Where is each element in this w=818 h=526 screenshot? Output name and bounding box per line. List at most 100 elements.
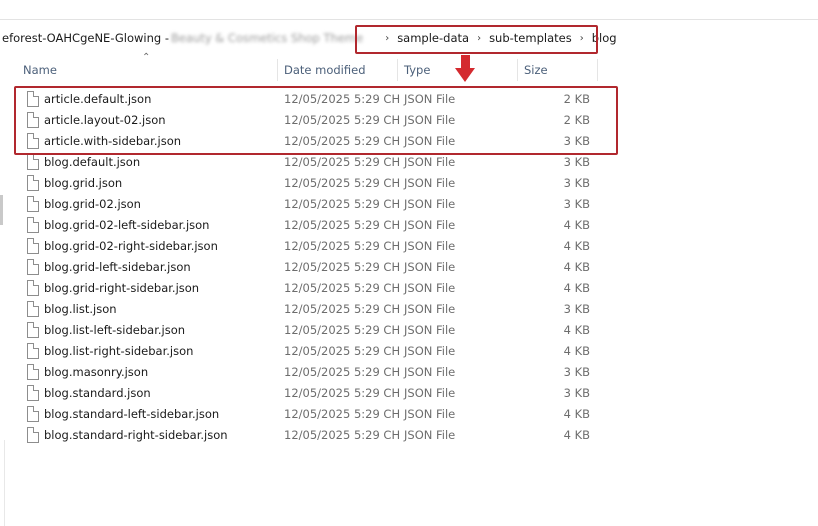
file-icon bbox=[27, 280, 39, 296]
file-type: JSON File bbox=[404, 428, 456, 442]
column-divider[interactable] bbox=[517, 59, 518, 81]
file-name: blog.grid.json bbox=[44, 176, 123, 190]
breadcrumb-blog[interactable]: blog bbox=[592, 31, 617, 45]
arrow-down-icon-head bbox=[455, 68, 475, 82]
file-row[interactable]: blog.grid-left-sidebar.json 12/05/2025 5:… bbox=[0, 257, 818, 278]
file-size: 3 KB bbox=[563, 155, 590, 169]
file-row[interactable]: blog.standard-left-sidebar.json 12/05/202… bbox=[0, 404, 818, 425]
file-date-modified: 12/05/2025 5:29 CH bbox=[284, 407, 401, 421]
file-icon bbox=[27, 259, 39, 275]
file-icon bbox=[27, 385, 39, 401]
chevron-right-icon[interactable]: › bbox=[580, 33, 584, 44]
file-name: blog.grid-left-sidebar.json bbox=[44, 260, 191, 274]
file-date-modified: 12/05/2025 5:29 CH bbox=[284, 302, 401, 316]
file-size: 2 KB bbox=[563, 113, 590, 127]
file-row[interactable]: blog.default.json 12/05/2025 5:29 CH JSON … bbox=[0, 152, 818, 173]
file-icon bbox=[27, 154, 39, 170]
file-row[interactable]: article.layout-02.json 12/05/2025 5:29 CH… bbox=[0, 110, 818, 131]
file-date-modified: 12/05/2025 5:29 CH bbox=[284, 155, 401, 169]
file-size: 2 KB bbox=[563, 92, 590, 106]
file-size: 4 KB bbox=[563, 428, 590, 442]
file-row[interactable]: blog.list-right-sidebar.json 12/05/2025 5… bbox=[0, 341, 818, 362]
breadcrumb-sub-templates[interactable]: sub-templates bbox=[489, 31, 572, 45]
file-row[interactable]: article.with-sidebar.json 12/05/2025 5:29… bbox=[0, 131, 818, 152]
file-name: blog.standard-right-sidebar.json bbox=[44, 428, 228, 442]
file-icon bbox=[27, 238, 39, 254]
file-name: blog.masonry.json bbox=[44, 365, 149, 379]
file-name: article.with-sidebar.json bbox=[44, 134, 182, 148]
file-icon bbox=[27, 301, 39, 317]
breadcrumb-sample-data[interactable]: sample-data bbox=[397, 31, 469, 45]
file-name: blog.standard.json bbox=[44, 386, 151, 400]
file-size: 4 KB bbox=[563, 407, 590, 421]
file-date-modified: 12/05/2025 5:29 CH bbox=[284, 428, 401, 442]
file-date-modified: 12/05/2025 5:29 CH bbox=[284, 218, 401, 232]
file-name: blog.grid-02-left-sidebar.json bbox=[44, 218, 210, 232]
breadcrumb-folder-prefix[interactable]: eforest-OAHCgeNE-Glowing - bbox=[0, 31, 169, 45]
file-type: JSON File bbox=[404, 344, 456, 358]
file-row[interactable]: blog.list.json 12/05/2025 5:29 CH JSON Fil… bbox=[0, 299, 818, 320]
file-type: JSON File bbox=[404, 386, 456, 400]
file-icon bbox=[27, 196, 39, 212]
column-header-name[interactable]: Name bbox=[23, 59, 57, 81]
file-size: 3 KB bbox=[563, 386, 590, 400]
file-date-modified: 12/05/2025 5:29 CH bbox=[284, 281, 401, 295]
column-header-size[interactable]: Size bbox=[524, 59, 548, 81]
file-icon bbox=[27, 427, 39, 443]
file-date-modified: 12/05/2025 5:29 CH bbox=[284, 323, 401, 337]
file-date-modified: 12/05/2025 5:29 CH bbox=[284, 260, 401, 274]
file-size: 3 KB bbox=[563, 365, 590, 379]
file-icon bbox=[27, 343, 39, 359]
file-row[interactable]: article.default.json 12/05/2025 5:29 CH JS… bbox=[0, 89, 818, 110]
file-row[interactable]: blog.standard-right-sidebar.json 12/05/20… bbox=[0, 425, 818, 446]
window-top-strip bbox=[0, 0, 818, 20]
file-name: article.layout-02.json bbox=[44, 113, 166, 127]
file-name: blog.grid-right-sidebar.json bbox=[44, 281, 200, 295]
file-row[interactable]: blog.grid-right-sidebar.json 12/05/2025 5… bbox=[0, 278, 818, 299]
file-icon bbox=[27, 175, 39, 191]
file-type: JSON File bbox=[404, 176, 456, 190]
file-type: JSON File bbox=[404, 260, 456, 274]
file-list: article.default.json 12/05/2025 5:29 CH JS… bbox=[0, 89, 818, 446]
file-row[interactable]: blog.list-left-sidebar.json 12/05/2025 5:… bbox=[0, 320, 818, 341]
file-type: JSON File bbox=[404, 365, 456, 379]
chevron-right-icon[interactable]: › bbox=[385, 33, 389, 44]
column-divider[interactable] bbox=[397, 59, 398, 81]
file-row[interactable]: blog.grid-02-left-sidebar.json 12/05/2025… bbox=[0, 215, 818, 236]
file-size: 3 KB bbox=[563, 197, 590, 211]
file-name: blog.grid-02.json bbox=[44, 197, 141, 211]
column-header: ⌃ Name Date modified Type Size bbox=[0, 52, 818, 81]
file-size: 3 KB bbox=[563, 176, 590, 190]
file-name: blog.standard-left-sidebar.json bbox=[44, 407, 220, 421]
address-bar[interactable]: eforest-OAHCgeNE-Glowing - Beauty & Cosm… bbox=[0, 27, 818, 49]
file-row[interactable]: blog.masonry.json 12/05/2025 5:29 CH JSON … bbox=[0, 362, 818, 383]
file-size: 4 KB bbox=[563, 281, 590, 295]
file-icon bbox=[27, 112, 39, 128]
file-date-modified: 12/05/2025 5:29 CH bbox=[284, 344, 401, 358]
file-size: 4 KB bbox=[563, 260, 590, 274]
file-type: JSON File bbox=[404, 302, 456, 316]
file-date-modified: 12/05/2025 5:29 CH bbox=[284, 176, 401, 190]
file-name: blog.list-right-sidebar.json bbox=[44, 344, 194, 358]
file-size: 4 KB bbox=[563, 323, 590, 337]
file-row[interactable]: blog.grid-02-right-sidebar.json 12/05/202… bbox=[0, 236, 818, 257]
file-icon bbox=[27, 364, 39, 380]
file-row[interactable]: blog.grid.json 12/05/2025 5:29 CH JSON Fil… bbox=[0, 173, 818, 194]
column-divider[interactable] bbox=[277, 59, 278, 81]
file-size: 3 KB bbox=[563, 134, 590, 148]
column-divider[interactable] bbox=[597, 59, 598, 81]
chevron-right-icon[interactable]: › bbox=[477, 33, 481, 44]
column-header-type[interactable]: Type bbox=[404, 59, 430, 81]
column-header-date-modified[interactable]: Date modified bbox=[284, 59, 366, 81]
file-icon bbox=[27, 133, 39, 149]
file-row[interactable]: blog.grid-02.json 12/05/2025 5:29 CH JSON … bbox=[0, 194, 818, 215]
file-size: 4 KB bbox=[563, 239, 590, 253]
file-size: 3 KB bbox=[563, 302, 590, 316]
file-row[interactable]: blog.standard.json 12/05/2025 5:29 CH JSON… bbox=[0, 383, 818, 404]
file-type: JSON File bbox=[404, 281, 456, 295]
file-name: blog.grid-02-right-sidebar.json bbox=[44, 239, 218, 253]
file-type: JSON File bbox=[404, 407, 456, 421]
file-icon bbox=[27, 91, 39, 107]
file-type: JSON File bbox=[404, 323, 456, 337]
file-name: blog.default.json bbox=[44, 155, 141, 169]
